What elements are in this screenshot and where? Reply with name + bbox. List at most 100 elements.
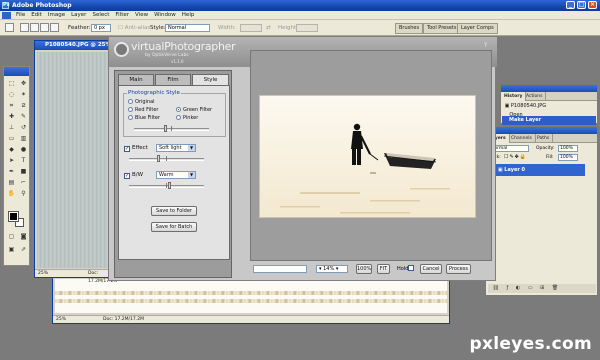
- save-for-batch-button[interactable]: Save for Batch: [151, 222, 197, 232]
- slider-tick: [166, 156, 167, 161]
- radio-dot-selected: [176, 107, 181, 112]
- menu-layer[interactable]: Layer: [68, 11, 89, 20]
- radio-blue-filter-label: Blue Filter: [135, 115, 161, 121]
- tab-film[interactable]: Film: [155, 74, 191, 85]
- feather-input[interactable]: 0 px: [91, 24, 111, 32]
- width-input[interactable]: [240, 24, 262, 32]
- layers-footer-icons[interactable]: ⛓ ƒ ◐ ▭ ⊞ 🗑: [488, 284, 596, 293]
- history-item-make-layer[interactable]: Make Layer: [502, 116, 596, 125]
- blur-tool-icon[interactable]: ◆: [6, 145, 17, 154]
- gradient-tool-icon[interactable]: ▥: [18, 134, 29, 143]
- jump-to-imageready-icon[interactable]: ⇗: [18, 245, 29, 254]
- notes-tool-icon[interactable]: ▤: [6, 178, 17, 187]
- menu-help[interactable]: Help: [179, 11, 198, 20]
- zoom-100-button[interactable]: 100%: [356, 264, 372, 274]
- standard-mode-icon[interactable]: ◻: [6, 232, 17, 241]
- pen-tool-icon[interactable]: ✒: [6, 167, 17, 176]
- tab-paths[interactable]: Paths: [534, 134, 554, 143]
- well-layer-comps[interactable]: Layer Comps: [457, 23, 498, 34]
- radio-red-filter[interactable]: Red Filter: [128, 107, 158, 114]
- fit-button[interactable]: FIT: [377, 264, 390, 274]
- antialias-checkbox[interactable]: ☐ Anti-alias: [118, 25, 150, 31]
- hold-checkbox[interactable]: [408, 265, 414, 271]
- tab-main[interactable]: Main: [118, 74, 154, 85]
- quick-mask-mode-icon[interactable]: ◙: [18, 232, 29, 241]
- shape-tool-icon[interactable]: ■: [18, 167, 29, 176]
- radio-pinker[interactable]: Pinker: [176, 115, 198, 122]
- well-brushes[interactable]: Brushes: [395, 23, 424, 34]
- menu-edit[interactable]: Edit: [28, 11, 45, 20]
- menu-window[interactable]: Window: [151, 11, 179, 20]
- minimize-button[interactable]: _: [566, 1, 575, 9]
- tab-channels[interactable]: Channels: [508, 134, 536, 143]
- zoom-tool-icon[interactable]: ⚲: [18, 189, 29, 198]
- toolbox-header: [4, 67, 29, 76]
- height-input[interactable]: [296, 24, 318, 32]
- screen-mode-icon[interactable]: ▣: [6, 245, 17, 254]
- add-selection-icon[interactable]: [30, 23, 39, 32]
- history-snapshot[interactable]: ▣ P1080540.JPG: [503, 102, 599, 111]
- move-tool-icon[interactable]: ✥: [18, 79, 29, 88]
- save-to-folder-button[interactable]: Save to Folder: [151, 206, 197, 216]
- help-icon[interactable]: ?: [482, 42, 489, 49]
- magic-wand-tool-icon[interactable]: ✶: [18, 90, 29, 99]
- radio-original[interactable]: Original: [128, 99, 155, 106]
- history-brush-tool-icon[interactable]: ↺: [18, 123, 29, 132]
- style-select[interactable]: Normal: [165, 24, 210, 32]
- intersect-selection-icon[interactable]: [50, 23, 59, 32]
- swap-dimensions-icon[interactable]: ⇄: [266, 25, 271, 31]
- document-window-front[interactable]: P1080540.JPG @ 25% 25% Doc: 17.2M/17.2M: [34, 40, 117, 284]
- clone-stamp-tool-icon[interactable]: ⊥: [6, 123, 17, 132]
- crop-tool-icon[interactable]: ⌗: [6, 101, 17, 110]
- close-button[interactable]: ×: [588, 1, 597, 9]
- bw-slider-thumb[interactable]: [168, 182, 171, 189]
- radio-green-filter[interactable]: Green Filter: [176, 107, 212, 114]
- bw-label: B/W: [132, 172, 144, 178]
- lock-icons[interactable]: ☐✎✥🔒: [504, 154, 527, 160]
- foreground-color-swatch[interactable]: [8, 211, 19, 222]
- eyedropper-tool-icon[interactable]: ⌐: [18, 178, 29, 187]
- marquee-tool-icon[interactable]: ⬚: [6, 79, 17, 88]
- marquee-tool-preset-icon[interactable]: [5, 23, 14, 32]
- effect-slider-thumb[interactable]: [157, 155, 160, 162]
- new-selection-icon[interactable]: [20, 23, 29, 32]
- effect-checkbox[interactable]: ✓ Effect: [124, 145, 148, 152]
- opacity-input[interactable]: 100%: [558, 145, 578, 152]
- well-tool-presets[interactable]: Tool Presets: [423, 23, 461, 34]
- menu-file[interactable]: File: [13, 11, 28, 20]
- cancel-button[interactable]: Cancel: [420, 264, 442, 274]
- bw-select[interactable]: Warm ▼: [156, 171, 196, 179]
- slice-tool-icon[interactable]: ⧄: [18, 101, 29, 110]
- style-strength-slider[interactable]: [134, 125, 209, 132]
- subtract-selection-icon[interactable]: [40, 23, 49, 32]
- toolbox: ⬚ ✥ ◌ ✶ ⌗ ⧄ ✚ ✎ ⊥ ↺ ▭ ▥ ◆ ● ➤ T ✒ ■ ▤ ⌐ …: [3, 66, 30, 266]
- menu-image[interactable]: Image: [45, 11, 68, 20]
- menu-view[interactable]: View: [132, 11, 151, 20]
- path-selection-tool-icon[interactable]: ➤: [6, 156, 17, 165]
- lasso-tool-icon[interactable]: ◌: [6, 90, 17, 99]
- preview-image[interactable]: [259, 95, 476, 218]
- brush-tool-icon[interactable]: ✎: [18, 112, 29, 121]
- menu-filter[interactable]: Filter: [112, 11, 132, 20]
- tab-actions[interactable]: Actions: [523, 92, 547, 101]
- hand-tool-icon[interactable]: ✋: [6, 189, 17, 198]
- layer-row[interactable]: 👁 ▣ Layer 0: [488, 164, 585, 176]
- slider-tick: [166, 183, 167, 188]
- style-strength-thumb[interactable]: [164, 125, 167, 132]
- zoom-select[interactable]: ▾ 14% ▾: [316, 265, 348, 273]
- eraser-tool-icon[interactable]: ▭: [6, 134, 17, 143]
- dodge-tool-icon[interactable]: ●: [18, 145, 29, 154]
- effect-slider[interactable]: [129, 155, 204, 162]
- fill-input[interactable]: 100%: [558, 154, 578, 161]
- type-tool-icon[interactable]: T: [18, 156, 29, 165]
- maximize-button[interactable]: □: [577, 1, 586, 9]
- process-button[interactable]: Process: [446, 264, 471, 274]
- bw-slider[interactable]: [129, 182, 204, 189]
- bw-checkbox[interactable]: ✓ B/W: [124, 172, 143, 179]
- healing-brush-tool-icon[interactable]: ✚: [6, 112, 17, 121]
- front-document-canvas[interactable]: [37, 52, 111, 268]
- preview-progress-field[interactable]: [253, 265, 307, 273]
- radio-blue-filter[interactable]: Blue Filter: [128, 115, 160, 122]
- effect-select[interactable]: Soft light ▼: [156, 144, 196, 152]
- menu-select[interactable]: Select: [89, 11, 112, 20]
